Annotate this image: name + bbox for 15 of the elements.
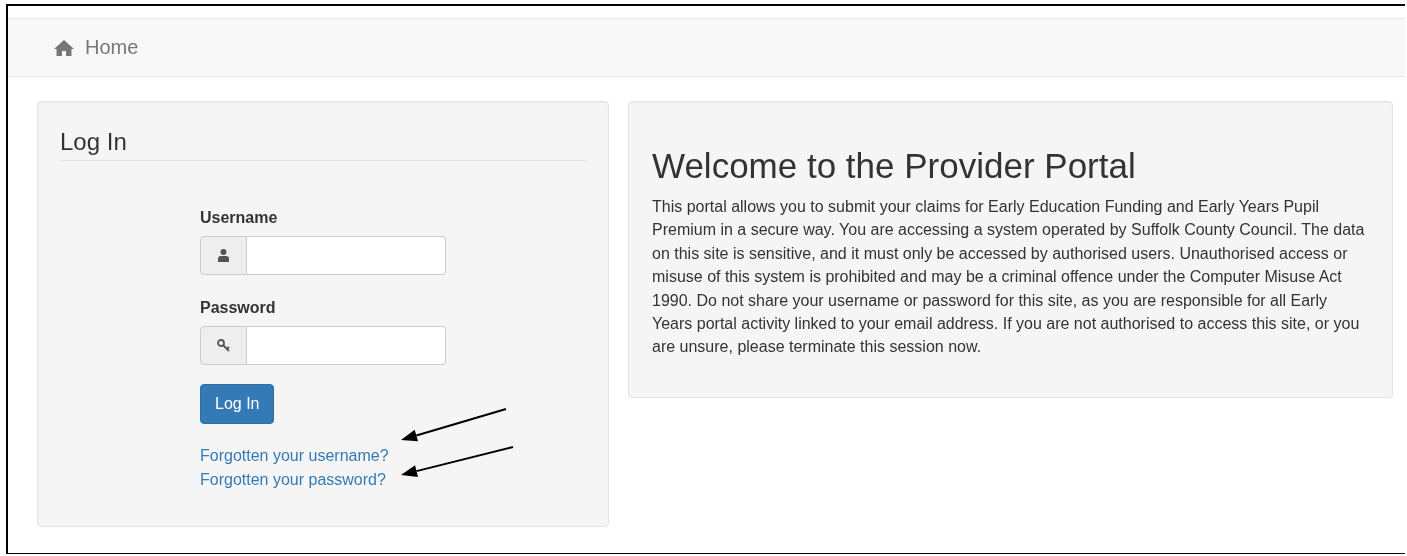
forgot-link[interactable]: Forgotten your username? bbox=[200, 444, 389, 468]
home-label: Home bbox=[85, 36, 139, 59]
forgot-link[interactable]: Forgotten your password? bbox=[200, 468, 386, 492]
key-icon bbox=[216, 339, 231, 352]
login-button[interactable]: Log In bbox=[200, 384, 275, 424]
login-title: Log In bbox=[60, 128, 128, 157]
welcome-heading: Welcome to the Provider Portal bbox=[652, 146, 1137, 186]
user-icon bbox=[218, 249, 229, 262]
home-icon bbox=[54, 39, 74, 56]
field-label: Username bbox=[200, 208, 279, 228]
input-field[interactable] bbox=[247, 236, 446, 275]
field-label: Password bbox=[200, 298, 277, 318]
home-link[interactable]: Home bbox=[54, 36, 139, 59]
welcome-text: This portal allows you to submit your claims for Early Education Funding and Early Years Pupil Premium in a secure way. You are accessing a system operated by Suffolk County Council. The data on this site is sensitive, and it must only be accessed by authorised users. Unauthorised access or misuse of this system is prohibited and may be a criminal offence under the Computer Misuse Act 1990. Do not share your username or password for this site, as you are responsible for all Early Years portal activity linked to your email address. If you are not authorised to access this site, or you are unsure, please terminate this session now. bbox=[652, 197, 1366, 358]
input-field[interactable] bbox=[247, 326, 446, 365]
